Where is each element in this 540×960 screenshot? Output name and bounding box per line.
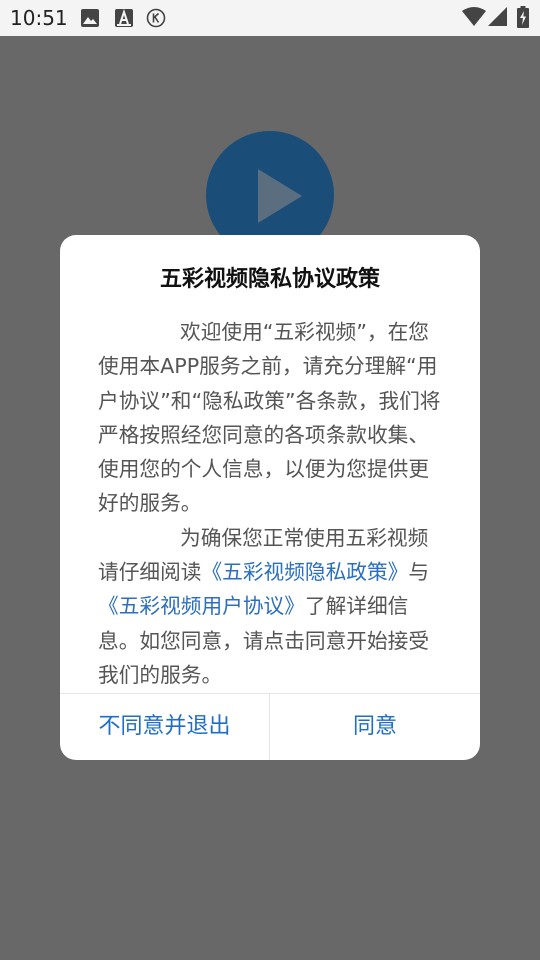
dialog-body: 欢迎使用“五彩视频”，在您使用本APP服务之前，请充分理解“用户协议”和“隐私政… <box>98 315 448 692</box>
status-time: 10:51 <box>10 6 68 30</box>
battery-charging-icon <box>517 6 529 28</box>
k-circle-icon <box>146 8 166 28</box>
image-icon <box>81 9 99 27</box>
privacy-dialog: 五彩视频隐私协议政策 欢迎使用“五彩视频”，在您使用本APP服务之前，请充分理解… <box>60 235 480 760</box>
dialog-title: 五彩视频隐私协议政策 <box>159 267 380 292</box>
user-agreement-link[interactable]: 《五彩视频用户协议》 <box>98 594 305 618</box>
signal-icon <box>488 7 507 26</box>
dialog-paragraph-2: 为确保您正常使用五彩视频请仔细阅读《五彩视频隐私政策》与《五彩视频用户协议》了解… <box>98 521 448 692</box>
agree-button[interactable]: 同意 <box>270 694 480 760</box>
privacy-policy-link[interactable]: 《五彩视频隐私政策》 <box>201 560 408 584</box>
para2-mid: 与 <box>408 560 430 585</box>
disagree-exit-button[interactable]: 不同意并退出 <box>60 694 269 760</box>
status-bar: 10:51 <box>0 0 540 36</box>
a-icon <box>115 9 133 27</box>
wifi-icon <box>462 7 486 26</box>
dialog-paragraph-1: 欢迎使用“五彩视频”，在您使用本APP服务之前，请充分理解“用户协议”和“隐私政… <box>98 320 441 516</box>
